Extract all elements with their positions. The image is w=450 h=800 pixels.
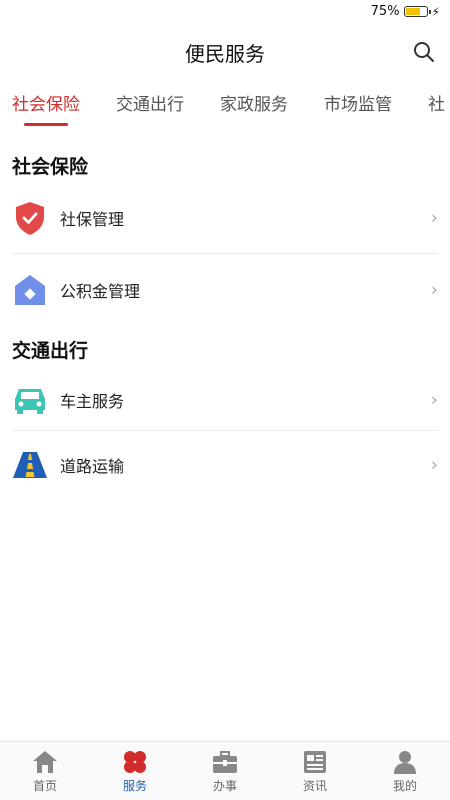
list-item-social-security[interactable]: 社保管理 › [0, 187, 450, 249]
charging-icon: ⚡ [431, 4, 440, 19]
tab-more[interactable]: 社 [428, 84, 445, 126]
battery-percent: 75% [370, 4, 400, 19]
active-tab-indicator [24, 123, 68, 126]
chevron-right-icon: › [430, 389, 438, 411]
nav-news[interactable]: 资讯 [270, 742, 360, 800]
battery-indicator: 75% ⚡ [371, 4, 440, 19]
section-title-transport: 交通出行 [12, 340, 89, 362]
search-icon[interactable] [412, 40, 436, 64]
briefcase-icon [213, 750, 237, 773]
nav-services[interactable]: 服务 [90, 742, 180, 800]
car-icon [12, 382, 48, 418]
nav-profile[interactable]: 我的 [360, 742, 450, 800]
nav-home[interactable]: 首页 [0, 742, 90, 800]
list-item-car-owner-service[interactable]: 车主服务 › [0, 369, 450, 431]
house-icon [12, 272, 48, 308]
nav-affairs[interactable]: 办事 [180, 742, 270, 800]
tab-housekeeping[interactable]: 家政服务 [220, 84, 288, 126]
tab-social-insurance[interactable]: 社会保险 [12, 84, 80, 126]
battery-icon [403, 6, 431, 17]
home-icon [33, 750, 57, 773]
nav-label: 办事 [212, 778, 237, 793]
nav-label: 我的 [392, 778, 417, 793]
road-icon [12, 447, 48, 483]
header: 便民服务 [0, 30, 450, 74]
tab-label: 家政服务 [220, 95, 288, 115]
tab-label: 社会保险 [12, 95, 80, 115]
list-item-housing-fund[interactable]: 公积金管理 › [0, 259, 450, 321]
divider [12, 430, 438, 431]
tab-transport[interactable]: 交通出行 [116, 84, 184, 126]
status-bar: 75% ⚡ [0, 0, 450, 24]
list-item-road-transport[interactable]: 道路运输 › [0, 434, 450, 496]
chevron-right-icon: › [430, 279, 438, 301]
section-title-social-insurance: 社会保险 [12, 156, 89, 178]
tab-market-regulation[interactable]: 市场监管 [324, 84, 392, 126]
divider [12, 253, 438, 254]
tab-label: 社 [428, 95, 445, 115]
category-tabs: 社会保险 交通出行 家政服务 市场监管 社 [0, 84, 450, 132]
tab-label: 市场监管 [324, 95, 392, 115]
clover-icon [124, 750, 146, 773]
nav-label: 资讯 [302, 778, 327, 793]
page-title: 便民服务 [185, 42, 265, 66]
list-item-label: 公积金管理 [60, 282, 141, 301]
nav-label: 首页 [32, 778, 57, 793]
profile-icon [394, 750, 416, 774]
tab-label: 交通出行 [116, 95, 184, 115]
news-icon [304, 750, 326, 773]
list-item-label: 车主服务 [60, 392, 125, 411]
list-item-label: 道路运输 [60, 457, 125, 476]
shield-icon [12, 200, 48, 236]
chevron-right-icon: › [430, 454, 438, 476]
list-item-label: 社保管理 [60, 210, 125, 229]
chevron-right-icon: › [430, 207, 438, 229]
nav-label: 服务 [122, 778, 147, 793]
bottom-nav: 首页 服务 办事 资讯 我的 [0, 741, 450, 800]
